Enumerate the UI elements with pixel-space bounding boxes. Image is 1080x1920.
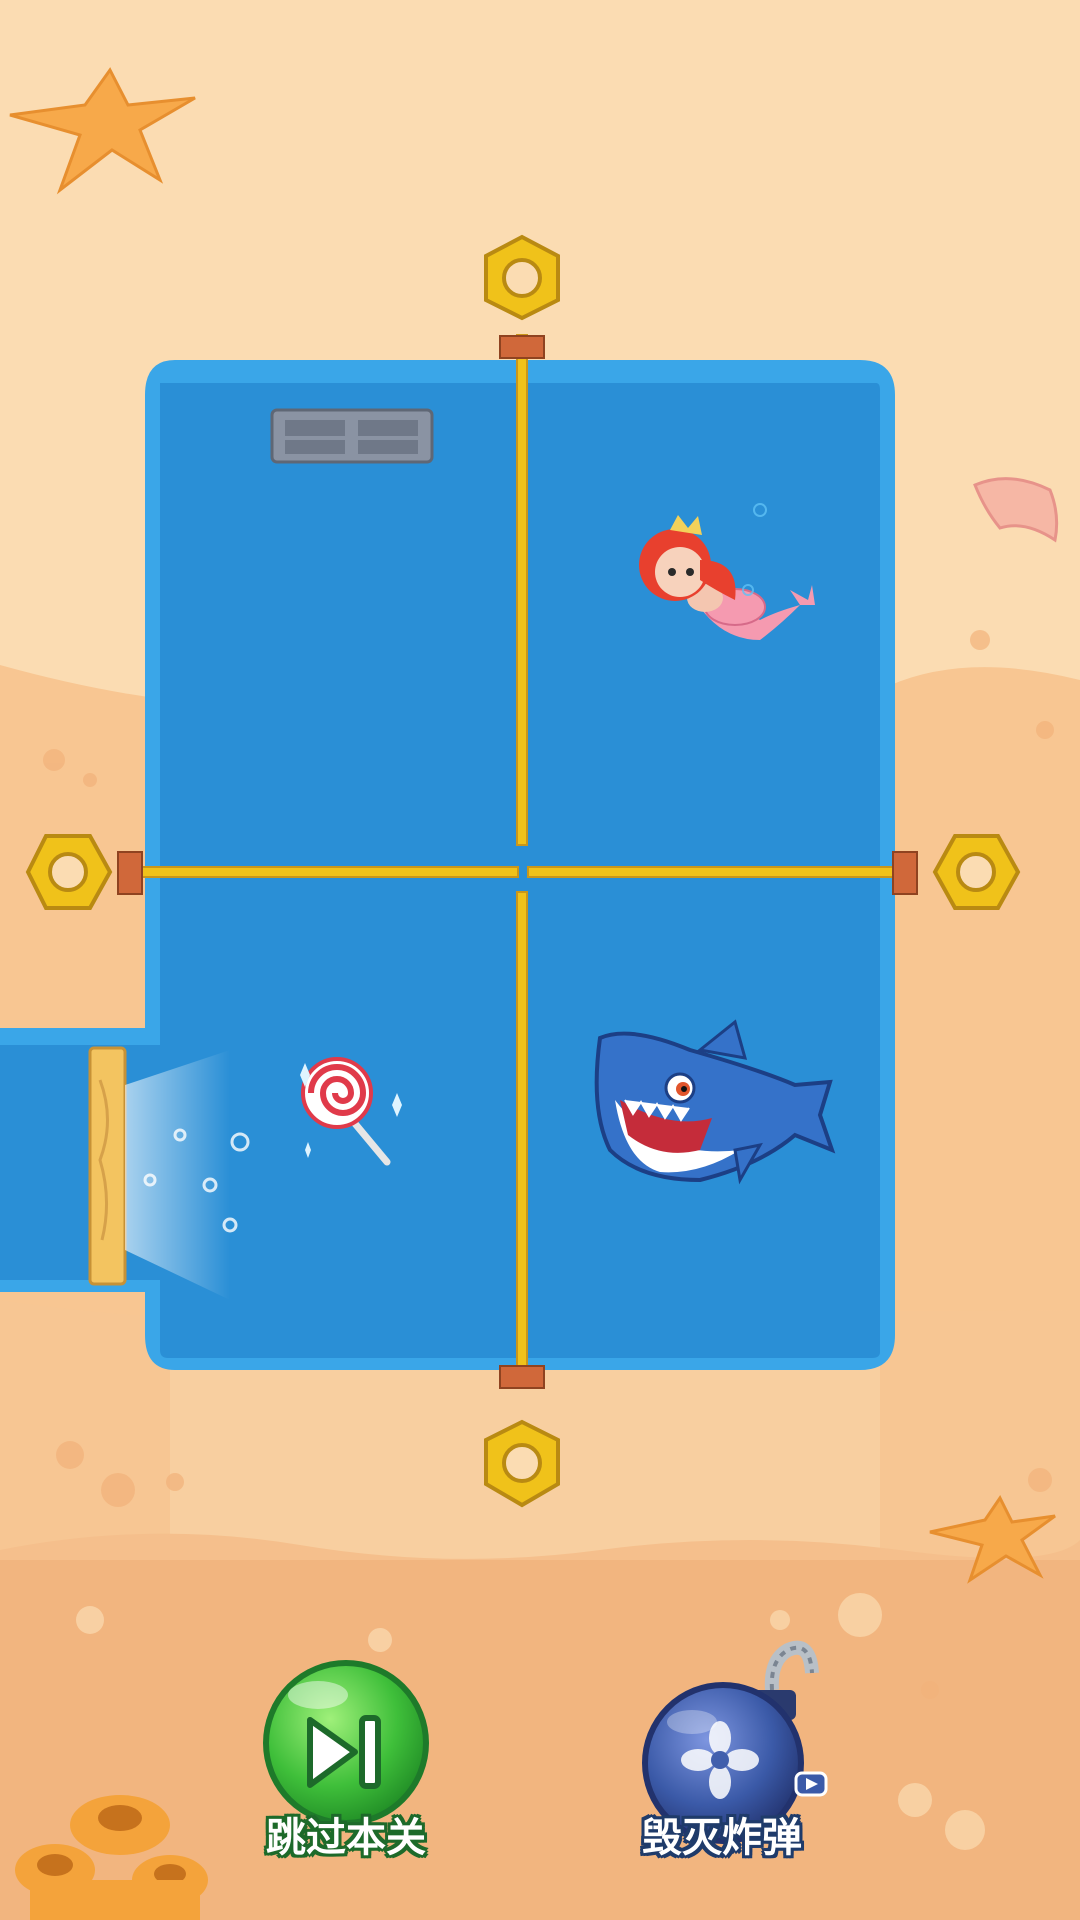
channel-rim — [0, 1028, 160, 1043]
vent-grate — [270, 408, 434, 464]
wooden-gate — [88, 1046, 127, 1286]
game-scene — [0, 0, 1080, 1920]
bomb-label-wrap[interactable]: 毁灭炸弹 — [622, 1805, 822, 1865]
skip-level-label: 跳过本关 — [266, 1815, 426, 1861]
skip-level-button[interactable] — [263, 1660, 429, 1826]
skip-level-label-wrap[interactable]: 跳过本关 — [246, 1805, 446, 1865]
bomb-label: 毁灭炸弹 — [642, 1815, 802, 1861]
video-play-icon — [794, 1771, 828, 1797]
